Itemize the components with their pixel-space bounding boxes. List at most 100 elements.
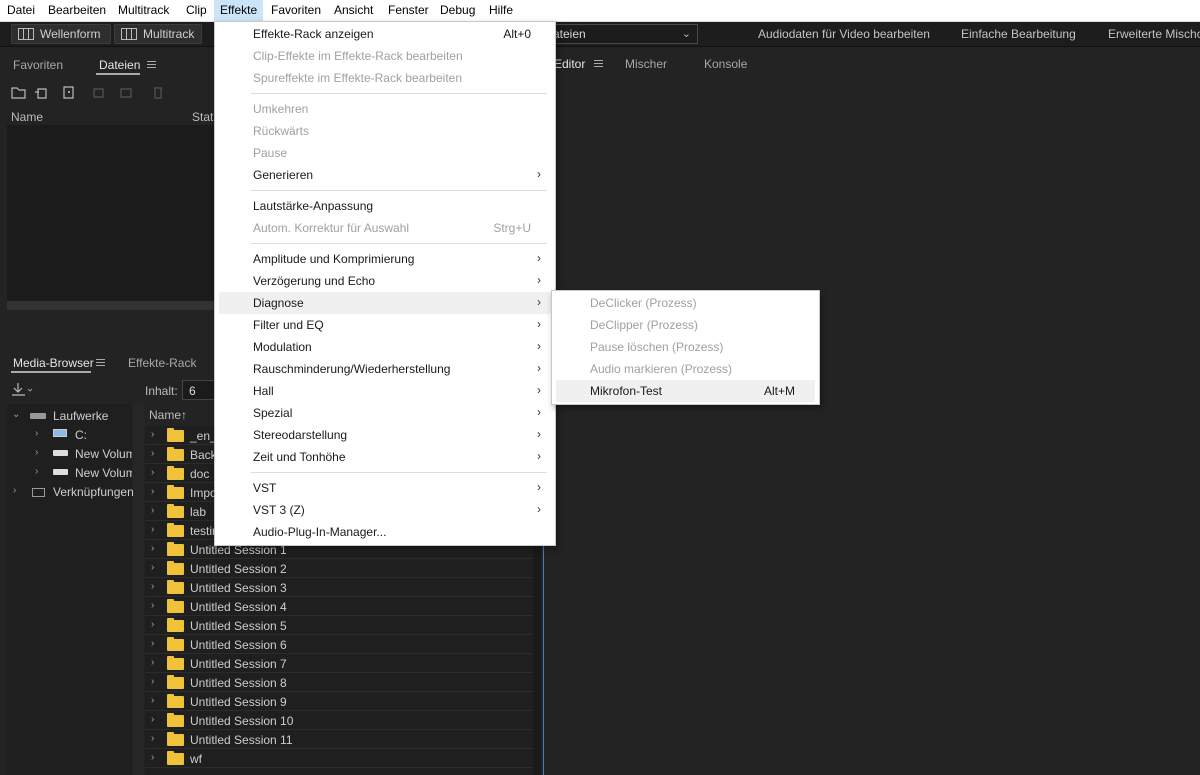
menu-clip[interactable]: Clip [186,3,207,17]
tree-volume-1[interactable]: New Volume [75,447,132,461]
chevron-right-icon[interactable]: › [35,466,38,477]
list-item-partial[interactable] [145,768,533,775]
chevron-down-icon[interactable]: ⌄ [12,409,20,420]
tab-effects-rack[interactable]: Effekte-Rack [128,356,196,370]
menu-debug[interactable]: Debug [440,3,475,17]
list-item[interactable]: › Untitled Session 5 [145,616,533,635]
import-icon [35,88,47,99]
menu-hilfe[interactable]: Hilfe [489,3,513,17]
tab-media-browser[interactable]: Media-Browser [13,356,94,370]
menu-item-reverb[interactable]: Hall › [219,380,551,402]
chevron-right-icon: › [537,339,541,353]
menu-item-stereo[interactable]: Stereodarstellung › [219,424,551,446]
list-item[interactable]: › Untitled Session 7 [145,654,533,673]
chevron-right-icon: › [537,295,541,309]
list-item[interactable]: › Untitled Session 2 [145,559,533,578]
tree-splitter[interactable] [133,404,144,775]
panel-menu-icon[interactable] [594,60,603,67]
workspace-link-advanced[interactable]: Erweiterte Mischop [1108,27,1200,41]
menu-ansicht[interactable]: Ansicht [334,3,373,17]
panel-menu-icon[interactable] [96,359,105,366]
menu-fenster[interactable]: Fenster [388,3,429,17]
menu-effekte[interactable]: Effekte [214,0,264,21]
list-item[interactable]: › Untitled Session 11 [145,730,533,749]
tree-c-drive[interactable]: C: [75,428,87,442]
tab-media-underline [11,371,91,373]
files-toolbar-icons [11,86,162,99]
content-col-name[interactable]: Name↑ [149,408,187,422]
menu-item-vst[interactable]: VST › [219,477,551,499]
menu-item-amplitude[interactable]: Amplitude und Komprimierung › [219,248,551,270]
menu-item-mark-audio[interactable]: Audio markieren (Prozess) [556,358,815,380]
menu-separator [251,190,547,191]
menu-item-filter[interactable]: Filter und EQ › [219,314,551,336]
list-item[interactable]: › wf [145,749,533,768]
folder-icon [167,675,184,689]
chevron-right-icon: › [537,167,541,181]
tab-files[interactable]: Dateien [99,58,140,72]
toolbar: Wellenform Multitrack ateien ⌄ Audiodate… [0,22,1200,47]
content-value: 6 [189,384,196,398]
files-scrollbar[interactable] [7,301,215,310]
menu-item-special[interactable]: Spezial › [219,402,551,424]
menu-item-clip-effects[interactable]: Clip-Effekte im Effekte-Rack bearbeiten [219,45,551,67]
workspace-link-simple[interactable]: Einfache Bearbeitung [961,27,1076,41]
content-field[interactable]: 6 [182,380,216,400]
menu-item-declipper[interactable]: DeClipper (Prozess) [556,314,815,336]
menu-item-diagnose[interactable]: Diagnose › [219,292,551,314]
menu-item-declicker[interactable]: DeClicker (Prozess) [556,292,815,314]
list-item[interactable]: › Untitled Session 4 [145,597,533,616]
multitrack-button[interactable]: Multitrack [114,24,202,44]
menu-item-track-effects[interactable]: Spureffekte im Effekte-Rack bearbeiten [219,67,551,89]
tree-drives[interactable]: Laufwerke [53,409,108,423]
chevron-right-icon[interactable]: › [35,428,38,439]
menu-datei[interactable]: Datei [7,3,35,17]
chevron-down-icon: ⌄ [681,28,691,40]
menu-item-volume[interactable]: Lautstärke-Anpassung [219,195,551,217]
menu-item-auto-fix[interactable]: Autom. Korrektur für Auswahl Strg+U [219,217,551,239]
waveform-button[interactable]: Wellenform [11,24,111,44]
chevron-right-icon: › [537,273,541,287]
trash-icon [154,87,162,99]
list-item[interactable]: › Untitled Session 3 [145,578,533,597]
panel-menu-icon[interactable] [147,61,156,68]
tab-console[interactable]: Konsole [704,57,747,71]
menu-item-modulation[interactable]: Modulation › [219,336,551,358]
chevron-right-icon[interactable]: › [13,485,16,496]
menu-item-pause[interactable]: Pause [219,142,551,164]
menu-item-delete-pause[interactable]: Pause löschen (Prozess) [556,336,815,358]
menu-item-reverse[interactable]: Rückwärts [219,120,551,142]
menu-item-show-rack[interactable]: Effekte-Rack anzeigen Alt+0 [219,23,551,45]
workspace-dropdown[interactable]: ateien ⌄ [546,24,698,44]
workspace-link-video[interactable]: Audiodaten für Video bearbeiten [758,27,930,41]
menu-item-delay[interactable]: Verzögerung und Echo › [219,270,551,292]
list-item[interactable]: › Untitled Session 6 [145,635,533,654]
menu-bearbeiten[interactable]: Bearbeiten [48,3,106,17]
editor-panel: Editor Mischer Konsole [543,48,1200,775]
list-item[interactable]: › Untitled Session 9 [145,692,533,711]
tab-favorites[interactable]: Favoriten [13,58,63,72]
menu-item-generate[interactable]: Generieren › [219,164,551,186]
tree-shortcuts[interactable]: Verknüpfungen [53,485,134,499]
folder-icon [167,428,184,442]
menu-item-noise[interactable]: Rauschminderung/Wiederherstellung › [219,358,551,380]
files-list[interactable] [7,125,215,301]
download-icon[interactable] [11,382,33,398]
menu-multitrack[interactable]: Multitrack [118,3,169,17]
chevron-right-icon[interactable]: › [35,447,38,458]
list-item[interactable]: › Untitled Session 8 [145,673,533,692]
tab-editor[interactable]: Editor [554,57,585,71]
menu-item-time-pitch[interactable]: Zeit und Tonhöhe › [219,446,551,468]
tree-volume-2[interactable]: New Volume [75,466,132,480]
menu-item-invert[interactable]: Umkehren [219,98,551,120]
export-icon [120,88,132,98]
folder-icon [167,580,184,594]
menu-item-plugin-manager[interactable]: Audio-Plug-In-Manager... [219,521,551,543]
menu-item-vst3[interactable]: VST 3 (Z) › [219,499,551,521]
tab-mixer[interactable]: Mischer [625,57,667,71]
files-col-name[interactable]: Name [11,110,43,124]
menu-favoriten[interactable]: Favoriten [271,3,321,17]
tab-files-underline [96,73,140,75]
list-item[interactable]: › Untitled Session 10 [145,711,533,730]
menu-item-mic-test[interactable]: Mikrofon-Test Alt+M [556,380,815,402]
